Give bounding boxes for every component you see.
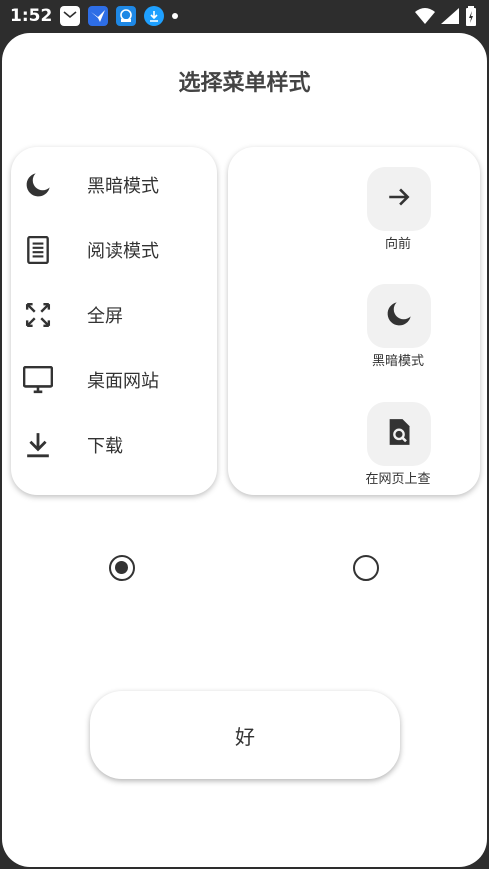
grid-item-label: 在网页上查 — [365, 472, 431, 487]
forward-button-preview — [367, 167, 431, 231]
grid-item-forward: 向前 — [358, 167, 438, 257]
find-in-page-icon — [387, 418, 411, 450]
find-in-page-button-preview — [367, 402, 431, 466]
desktop-icon — [23, 365, 53, 395]
menu-style-dialog: 选择菜单样式 黑暗模式 阅读模式 全屏 桌面网站 下载 向前 黑暗模式 在网页上… — [2, 33, 487, 867]
list-style-preview-card[interactable]: 黑暗模式 阅读模式 全屏 桌面网站 下载 — [11, 147, 217, 495]
status-time: 1:52 — [10, 6, 53, 26]
radio-selected-dot — [115, 561, 128, 574]
list-item-desktop-site: 桌面网站 — [11, 360, 217, 400]
bird-app-icon — [88, 6, 109, 26]
reader-icon — [23, 235, 53, 265]
wifi-icon — [415, 8, 435, 28]
list-item-download: 下载 — [11, 425, 217, 465]
list-item-label: 下载 — [87, 436, 123, 457]
list-item-label: 阅读模式 — [87, 241, 159, 262]
more-notifications-dot-icon — [172, 13, 179, 19]
grid-item-dark-mode: 黑暗模式 — [358, 284, 438, 374]
moon-icon — [23, 170, 53, 200]
list-item-dark-mode: 黑暗模式 — [11, 165, 217, 205]
dark-mode-button-preview — [367, 284, 431, 348]
mail-icon — [60, 6, 81, 26]
list-item-label: 桌面网站 — [87, 371, 159, 392]
download-icon — [23, 430, 53, 460]
status-bar: 1:52 — [0, 0, 489, 32]
ok-button[interactable]: 好 — [90, 691, 400, 779]
list-item-label: 黑暗模式 — [87, 176, 159, 197]
download-notification-icon — [144, 6, 165, 26]
list-item-label: 全屏 — [87, 306, 123, 327]
grid-item-find-in-page: 在网页上查 — [358, 402, 438, 492]
battery-icon — [465, 6, 477, 30]
signal-icon — [441, 8, 459, 28]
moon-icon — [385, 300, 413, 332]
cloud-app-icon — [116, 6, 137, 26]
grid-style-preview-card[interactable]: 向前 黑暗模式 在网页上查 — [228, 147, 480, 495]
list-item-reader-mode: 阅读模式 — [11, 230, 217, 270]
grid-item-label: 黑暗模式 — [371, 354, 424, 369]
arrow-forward-icon — [386, 184, 412, 214]
grid-style-radio[interactable] — [353, 555, 379, 581]
grid-item-label: 向前 — [384, 237, 411, 252]
list-item-fullscreen: 全屏 — [11, 295, 217, 335]
fullscreen-icon — [23, 300, 53, 330]
list-style-radio[interactable] — [109, 555, 135, 581]
dialog-title: 选择菜单样式 — [178, 71, 311, 96]
